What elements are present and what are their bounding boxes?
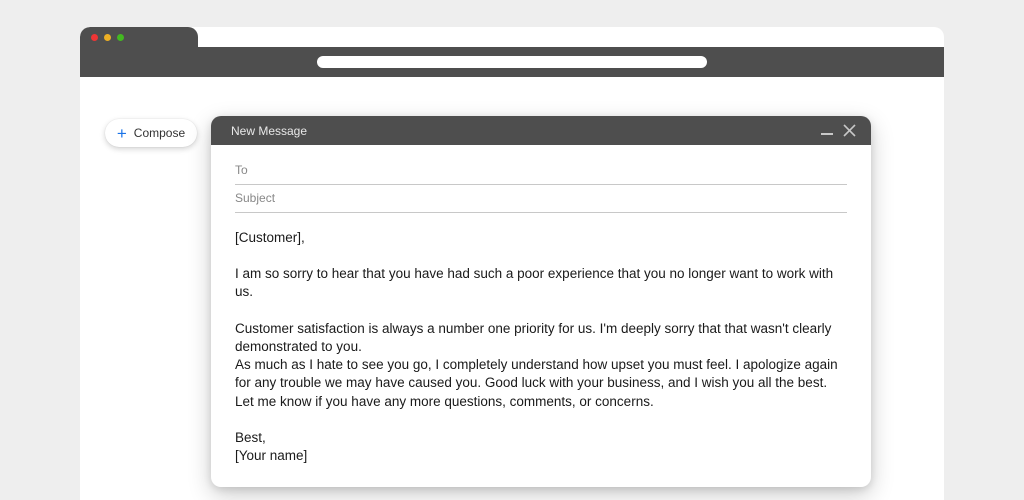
compose-header-actions xyxy=(821,123,857,138)
subject-field[interactable]: Subject xyxy=(235,185,847,213)
body-signoff: Best, xyxy=(235,429,847,447)
body-p3: As much as I hate to see you go, I compl… xyxy=(235,356,847,411)
minimize-window-icon[interactable] xyxy=(104,34,111,41)
compose-header[interactable]: New Message xyxy=(211,116,871,145)
compose-button-label: Compose xyxy=(134,126,185,140)
subject-label: Subject xyxy=(235,191,275,205)
to-label: To xyxy=(235,163,248,177)
compose-body[interactable]: [Customer], I am so sorry to hear that y… xyxy=(211,213,871,487)
browser-window: + Compose New Message To Subject xyxy=(80,27,944,500)
content-area: + Compose New Message To Subject xyxy=(80,77,944,500)
url-bar-area xyxy=(80,47,944,77)
body-p2: Customer satisfaction is always a number… xyxy=(235,320,847,356)
browser-tab[interactable] xyxy=(80,27,198,47)
body-p1: I am so sorry to hear that you have had … xyxy=(235,265,847,301)
compose-title: New Message xyxy=(231,124,307,138)
plus-icon: + xyxy=(117,125,127,142)
compose-window: New Message To Subject [Customer], xyxy=(211,116,871,487)
maximize-window-icon[interactable] xyxy=(117,34,124,41)
to-field[interactable]: To xyxy=(235,157,847,185)
url-bar[interactable] xyxy=(317,56,707,68)
minimize-icon[interactable] xyxy=(821,133,833,135)
body-greeting: [Customer], xyxy=(235,229,847,247)
tab-bar xyxy=(80,27,944,47)
close-window-icon[interactable] xyxy=(91,34,98,41)
compose-button[interactable]: + Compose xyxy=(105,119,197,147)
compose-fields: To Subject xyxy=(211,145,871,213)
body-signature: [Your name] xyxy=(235,447,847,465)
close-icon[interactable] xyxy=(842,123,857,138)
